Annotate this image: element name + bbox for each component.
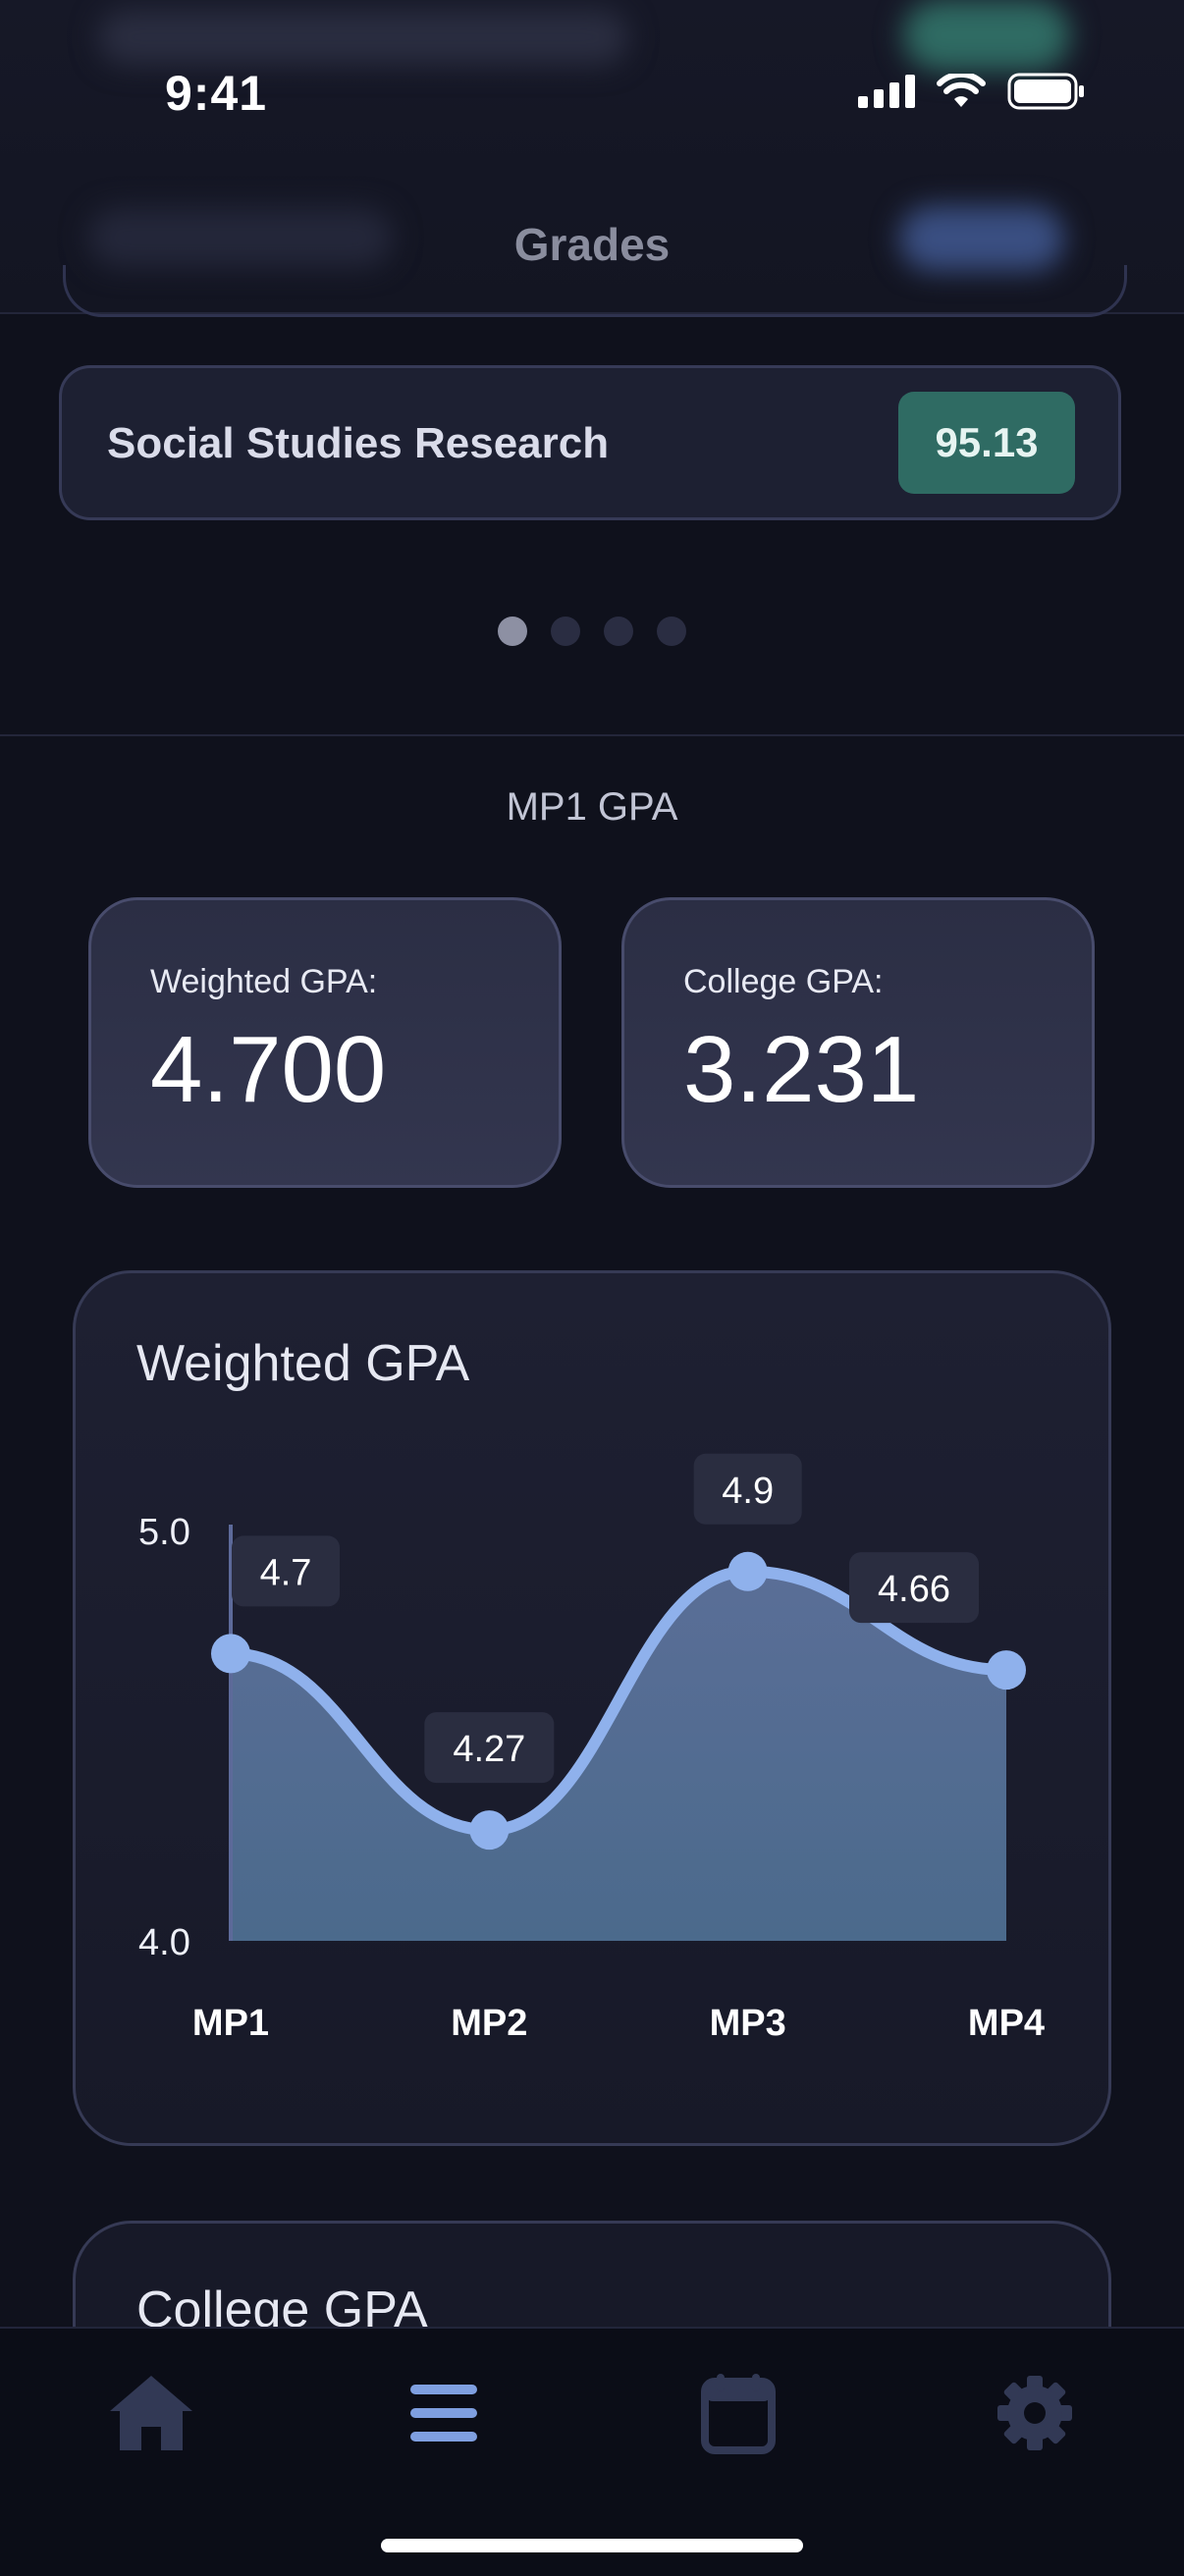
navigation-header: 9:41 Grades [0, 0, 1184, 317]
y-tick-label: 5.0 [138, 1512, 190, 1553]
wifi-icon [937, 74, 986, 107]
page-dot[interactable] [657, 617, 686, 646]
course-card[interactable]: Social Studies Research 95.13 [59, 365, 1121, 520]
data-point [987, 1650, 1026, 1690]
data-point [469, 1810, 510, 1851]
weighted-gpa-value: 4.700 [150, 1017, 387, 1122]
course-name: Social Studies Research [107, 419, 610, 467]
status-icons [858, 73, 1086, 110]
list-icon [410, 2385, 477, 2442]
gpa-section-title: MP1 GPA [506, 785, 678, 829]
previous-course-card[interactable] [63, 265, 1127, 317]
home-icon [110, 2376, 192, 2450]
page-title: Grades [513, 219, 671, 270]
page-indicator[interactable] [0, 617, 1184, 646]
page-dot[interactable] [604, 617, 633, 646]
weighted-gpa-card: Weighted GPA: 4.700 [88, 897, 562, 1188]
data-point [211, 1634, 250, 1674]
data-point [727, 1551, 768, 1591]
gear-icon [997, 2376, 1072, 2450]
data-label: 4.66 [878, 1569, 950, 1610]
x-tick-label: MP3 [710, 2003, 786, 2044]
tab-settings[interactable] [986, 2364, 1084, 2462]
y-tick-label: 4.0 [138, 1922, 190, 1963]
tab-calendar[interactable] [689, 2364, 787, 2462]
weighted-gpa-chart: 5.0 4.0MP1 MP2 MP3 MP4 4.7 4.27 4.9 4.66 [138, 1453, 1045, 2044]
battery-icon [1007, 73, 1084, 110]
data-label: 4.9 [722, 1471, 774, 1512]
data-label: 4.7 [260, 1552, 312, 1593]
calendar-icon [701, 2374, 776, 2454]
weighted-gpa-chart-card: Weighted GPA 5.0 4.0 MP1 MP2 MP3 MP4 4.7 4.27 4.… [73, 1270, 1111, 2146]
data-label: 4.27 [453, 1729, 525, 1770]
home-indicator [381, 2539, 803, 2552]
page-dot[interactable] [551, 617, 580, 646]
college-gpa-label: College GPA: [683, 963, 884, 1000]
college-gpa-card: College GPA: 3.231 [621, 897, 1095, 1188]
page-dot[interactable] [498, 617, 527, 646]
section-divider [0, 734, 1184, 736]
blurred-content [903, 0, 1070, 71]
grade-badge: 95.13 [898, 392, 1075, 494]
x-tick-label: MP2 [451, 2003, 527, 2044]
x-tick-label: MP4 [968, 2003, 1045, 2044]
tab-grades[interactable] [395, 2364, 493, 2462]
tab-home[interactable] [102, 2364, 200, 2462]
status-time: 9:41 [165, 66, 268, 121]
x-tick-label: MP1 [192, 2003, 269, 2044]
college-gpa-value: 3.231 [683, 1017, 920, 1122]
cellular-signal-icon [858, 75, 915, 108]
blurred-content [98, 10, 628, 65]
weighted-gpa-label: Weighted GPA: [150, 963, 378, 1000]
